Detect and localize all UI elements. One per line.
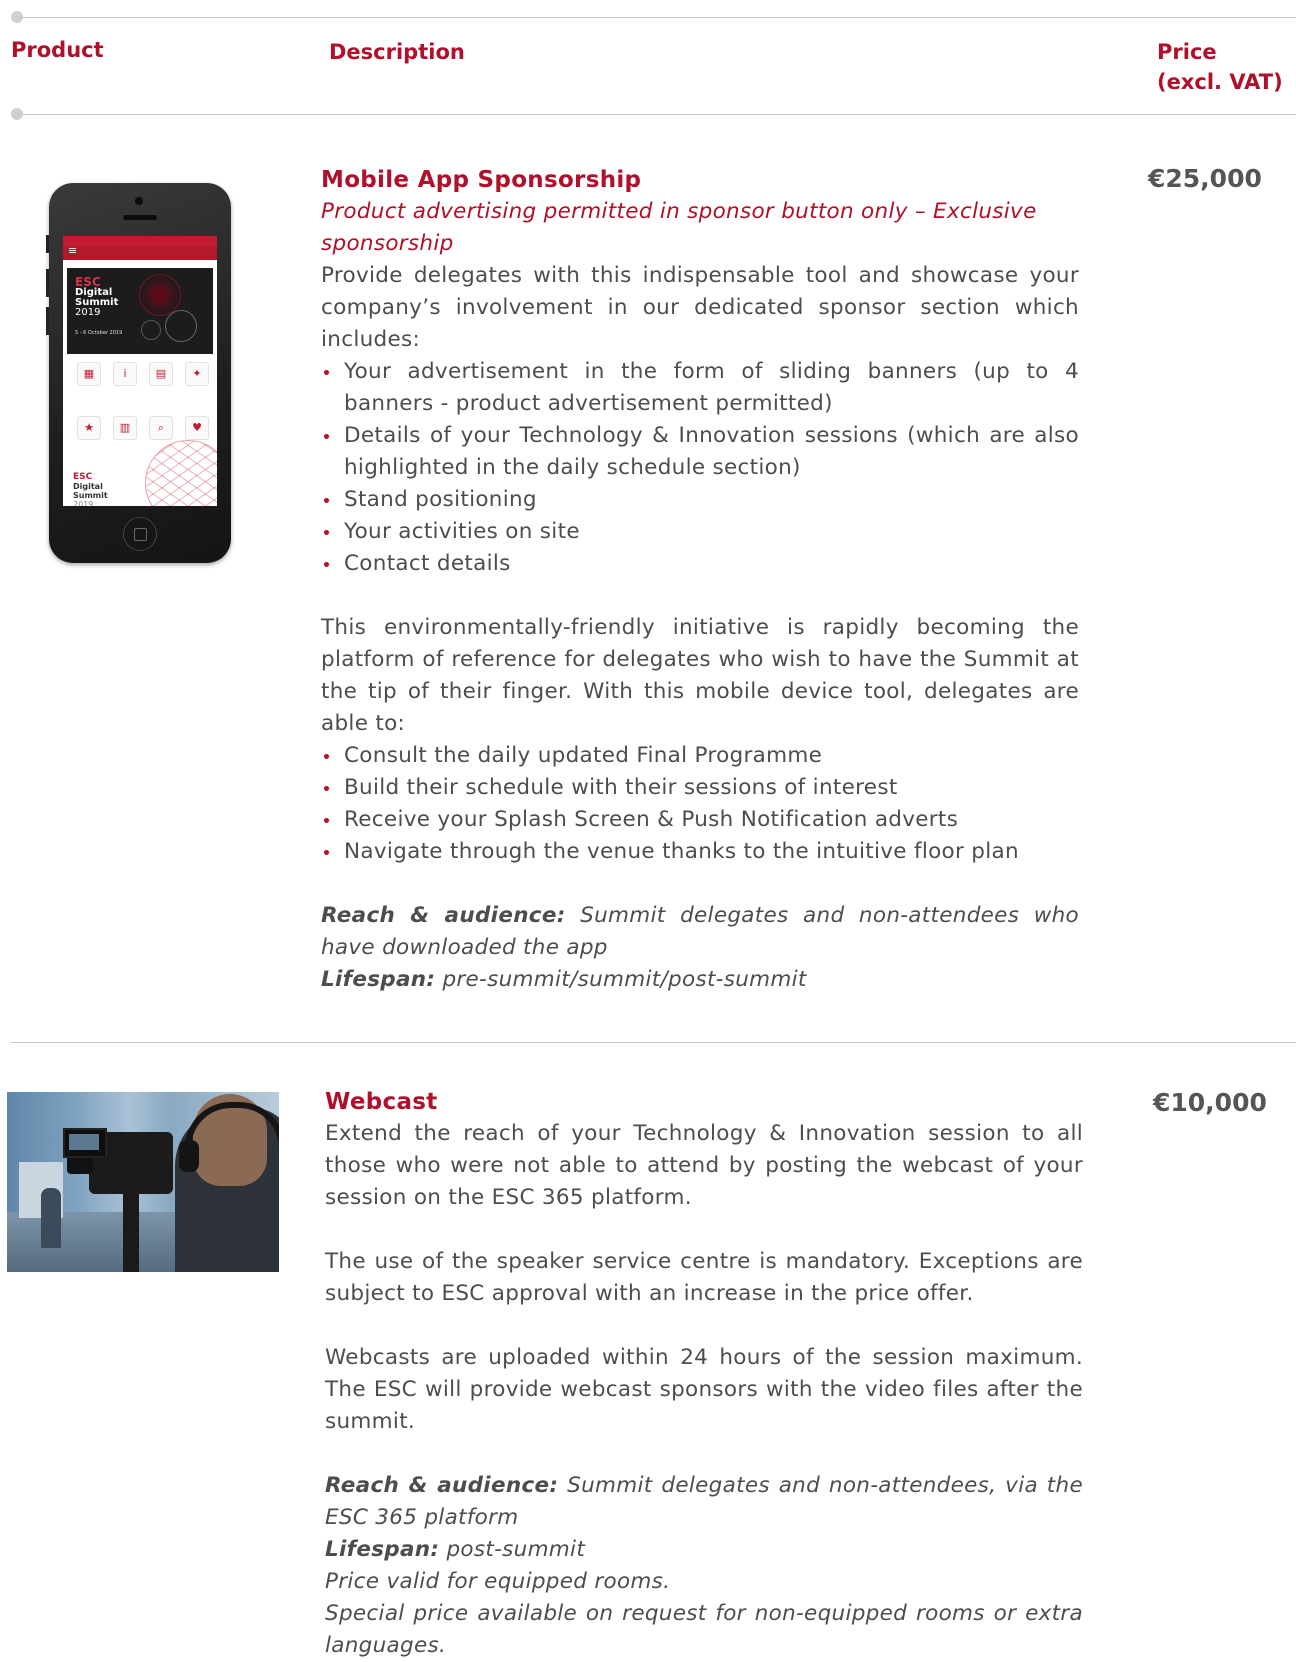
header-product: Product xyxy=(11,38,104,62)
list-item: Navigate through the venue thanks to the… xyxy=(321,836,1079,868)
item-mobile-app-description: Mobile App Sponsorship Product advertisi… xyxy=(321,164,1079,996)
network-globe-graphic xyxy=(145,440,217,506)
webcast-camera-photo xyxy=(7,1092,279,1272)
star-icon: ★ xyxy=(77,416,101,440)
phone-camera-icon xyxy=(135,197,143,205)
app-logo-brand: ESC xyxy=(73,472,93,482)
item-price: €10,000 xyxy=(1153,1088,1267,1117)
item-divider xyxy=(11,1042,1296,1043)
item-subtitle-line1: Product advertising permitted in sponsor… xyxy=(321,199,1037,224)
lifespan-label: Lifespan: xyxy=(325,1537,440,1562)
lifespan: Lifespan: post-summit xyxy=(325,1534,1083,1566)
lifespan-text: pre-summit/summit/post-summit xyxy=(435,967,807,992)
app-logo-title: Digital Summit 2019 xyxy=(73,482,108,506)
app-banner: ESC Digital Summit 2019 5 - 6 October 20… xyxy=(67,268,213,354)
list-item: Your advertisement in the form of slidin… xyxy=(321,356,1079,420)
item-title: Mobile App Sponsorship xyxy=(321,167,642,193)
phone-home-button xyxy=(123,517,157,551)
item-paragraph: Extend the reach of your Technology & In… xyxy=(325,1121,1083,1210)
sponsor-icon: ✦ xyxy=(185,362,209,386)
reach-audience: Reach & audience: Summit delegates and n… xyxy=(325,1470,1083,1534)
lifespan-label: Lifespan: xyxy=(321,967,436,992)
exhibition-icon: ▤ xyxy=(149,362,173,386)
reach-label: Reach & audience: xyxy=(325,1473,559,1498)
top-rule xyxy=(17,17,1296,18)
item-price: €25,000 xyxy=(1148,164,1262,193)
feature-list: Your advertisement in the form of slidin… xyxy=(321,356,1079,580)
list-item: Your activities on site xyxy=(321,516,1079,548)
menu-icon xyxy=(63,244,217,260)
list-item: Build their schedule with their sessions… xyxy=(321,772,1079,804)
list-item: Receive your Splash Screen & Push Notifi… xyxy=(321,804,1079,836)
item-title: Webcast xyxy=(325,1089,438,1115)
banner-title: Digital Summit 2019 xyxy=(75,287,119,318)
reach-label: Reach & audience: xyxy=(321,903,566,928)
header-price-line1: Price xyxy=(1157,40,1217,64)
item-webcast-description: Webcast Extend the reach of your Technol… xyxy=(325,1086,1083,1662)
header-price-line2: (excl. VAT) xyxy=(1157,70,1283,94)
search-icon: ⌕ xyxy=(149,416,173,440)
phone-speaker xyxy=(123,215,157,220)
list-item: Stand positioning xyxy=(321,484,1079,516)
phone-app-image: ESC Digital Summit 2019 5 - 6 October 20… xyxy=(46,183,231,563)
heart-icon: ♥ xyxy=(185,416,209,440)
item-paragraph: Webcasts are uploaded within 24 hours of… xyxy=(325,1345,1083,1434)
item-paragraph: The use of the speaker service centre is… xyxy=(325,1249,1083,1306)
item-paragraph: This environmentally-friendly initiative… xyxy=(321,615,1079,736)
lifespan-text: post-summit xyxy=(439,1537,586,1562)
list-item: Contact details xyxy=(321,548,1079,580)
price-note: Special price available on request for n… xyxy=(325,1601,1083,1658)
banner-date: 5 - 6 October 2019 xyxy=(75,330,123,336)
header-rule xyxy=(17,114,1296,115)
item-subtitle-line2: sponsorship xyxy=(321,231,454,256)
phone-screen: ESC Digital Summit 2019 5 - 6 October 20… xyxy=(63,236,217,506)
reach-audience: Reach & audience: Summit delegates and n… xyxy=(321,900,1079,964)
item-intro: Provide delegates with this indispensabl… xyxy=(321,263,1079,352)
map-icon: ▥ xyxy=(113,416,137,440)
header-price: Price (excl. VAT) xyxy=(1157,37,1283,97)
price-note: Price valid for equipped rooms. xyxy=(325,1569,671,1594)
info-icon: i xyxy=(113,362,137,386)
list-item: Details of your Technology & Innovation … xyxy=(321,420,1079,484)
list-item: Consult the daily updated Final Programm… xyxy=(321,740,1079,772)
news-icon: ▦ xyxy=(77,362,101,386)
benefit-list: Consult the daily updated Final Programm… xyxy=(321,740,1079,868)
lifespan: Lifespan: pre-summit/summit/post-summit xyxy=(321,964,1079,996)
header-description: Description xyxy=(329,40,465,64)
